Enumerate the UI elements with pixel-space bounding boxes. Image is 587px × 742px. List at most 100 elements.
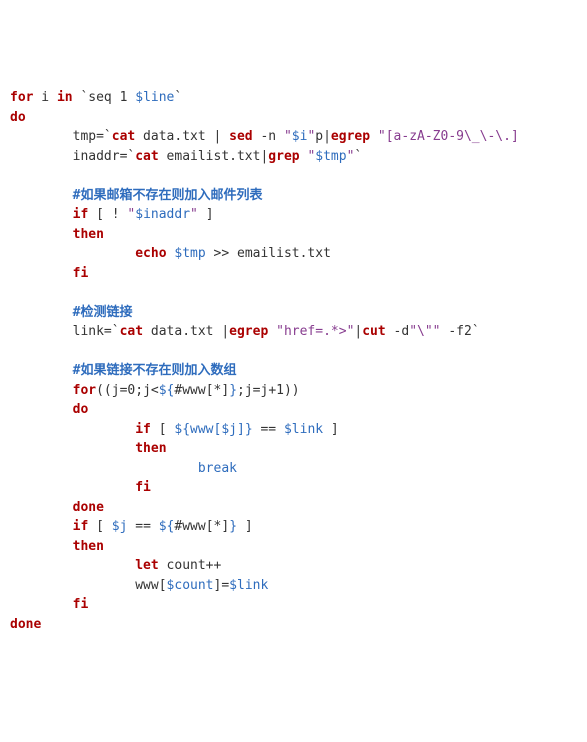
code-token: ] [237, 519, 253, 534]
code-token [10, 441, 135, 456]
code-token: #www[*] [174, 519, 229, 534]
code-token: fi [73, 597, 89, 612]
code-token [10, 461, 198, 476]
code-token: inaddr=` [10, 149, 135, 164]
code-token: then [73, 539, 104, 554]
code-token: ((j=0;j< [96, 383, 159, 398]
code-token: link=` [10, 324, 120, 339]
code-token [10, 422, 135, 437]
code-token: $count [167, 578, 214, 593]
code-token: #如果链接不存在则加入数组 [73, 363, 237, 378]
code-token: -d [386, 324, 409, 339]
code-token: } [229, 519, 237, 534]
code-token: emailist.txt| [159, 149, 269, 164]
code-token: $j [221, 422, 237, 437]
code-token [370, 129, 378, 144]
code-token [10, 558, 135, 573]
code-token [10, 597, 73, 612]
code-token: " [190, 207, 198, 222]
code-token: "[a-zA-Z0-9\_\-\.] [378, 129, 519, 144]
code-token: do [10, 110, 26, 125]
code-token [10, 188, 73, 203]
code-token: egrep [331, 129, 370, 144]
code-token: [ [151, 422, 174, 437]
code-token: for [73, 383, 96, 398]
code-token [10, 305, 73, 320]
code-token: [ ! [88, 207, 127, 222]
code-token: "href=.*>" [276, 324, 354, 339]
code-token: ] [323, 422, 339, 437]
code-token: in [57, 90, 73, 105]
code-token [10, 207, 73, 222]
code-token: cat [120, 324, 143, 339]
code-token: cat [135, 149, 158, 164]
code-block: for i in `seq 1 $line` do tmp=`cat data.… [10, 88, 577, 634]
code-token: "\"" [409, 324, 440, 339]
code-token: if [135, 422, 151, 437]
code-token: done [73, 500, 104, 515]
code-token: $link [229, 578, 268, 593]
code-token: $i [292, 129, 308, 144]
code-token: #www[*] [174, 383, 229, 398]
code-token: let [135, 558, 158, 573]
code-token: fi [73, 266, 89, 281]
code-token: #检测链接 [73, 305, 133, 320]
code-token: ]} [237, 422, 253, 437]
code-token: $link [284, 422, 323, 437]
code-token: [ [88, 519, 111, 534]
code-token [268, 324, 276, 339]
code-token: ] [198, 207, 214, 222]
code-token: ` [354, 149, 362, 164]
code-token: ` [174, 90, 182, 105]
code-token [10, 519, 73, 534]
code-token: cat [112, 129, 135, 144]
code-token: i [33, 90, 56, 105]
code-token: ${ [159, 383, 175, 398]
code-token [10, 480, 135, 495]
code-token: >> emailist.txt [206, 246, 331, 261]
code-token [10, 246, 135, 261]
code-token: sed [229, 129, 252, 144]
code-token: done [10, 617, 41, 632]
code-token: egrep [229, 324, 268, 339]
code-token: then [135, 441, 166, 456]
code-token: www[ [10, 578, 167, 593]
code-token [10, 363, 73, 378]
code-token: for [10, 90, 33, 105]
code-token [10, 227, 73, 242]
code-token: data.txt | [135, 129, 229, 144]
code-token: then [73, 227, 104, 242]
code-token: if [73, 207, 89, 222]
code-token: ${ [159, 519, 175, 534]
code-token: } [229, 383, 237, 398]
code-token: == [253, 422, 284, 437]
code-token: #如果邮箱不存在则加入邮件列表 [73, 188, 263, 203]
code-token [10, 500, 73, 515]
code-token: grep [268, 149, 299, 164]
code-token: $line [135, 90, 174, 105]
code-token: == [127, 519, 158, 534]
code-token [10, 266, 73, 281]
code-token: break [198, 461, 237, 476]
code-token [10, 539, 73, 554]
code-token: ${www[ [174, 422, 221, 437]
code-token: $tmp [174, 246, 205, 261]
code-token [10, 402, 73, 417]
code-token: p| [315, 129, 331, 144]
code-token: echo [135, 246, 166, 261]
code-token: `seq 1 [73, 90, 136, 105]
code-token: data.txt | [143, 324, 229, 339]
code-token: count++ [159, 558, 222, 573]
code-token: do [73, 402, 89, 417]
code-token: cut [362, 324, 385, 339]
code-token: " [284, 129, 292, 144]
code-token: ;j=j+1)) [237, 383, 300, 398]
code-token: if [73, 519, 89, 534]
code-token [10, 383, 73, 398]
code-token: fi [135, 480, 151, 495]
code-token: $inaddr [135, 207, 190, 222]
code-token: tmp=` [10, 129, 112, 144]
code-token: -f2` [441, 324, 480, 339]
code-token: $j [112, 519, 128, 534]
code-token: $tmp [315, 149, 346, 164]
